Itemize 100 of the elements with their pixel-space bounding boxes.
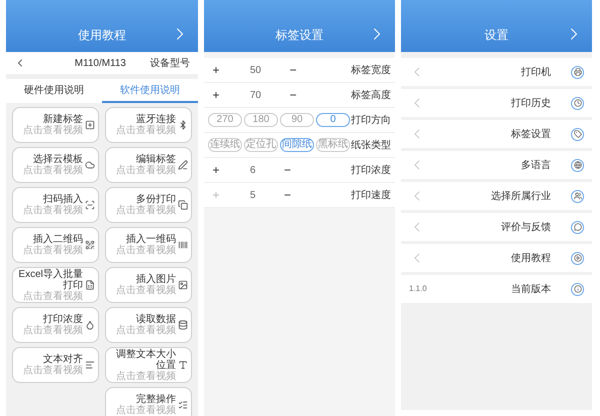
decrement-button[interactable]: − — [285, 86, 302, 104]
settings-item[interactable]: 多语言 — [401, 151, 592, 179]
settings-icon — [571, 96, 584, 110]
decrement-button[interactable]: − — [285, 61, 302, 79]
device-model-label: 设备型号 — [150, 56, 190, 70]
stepper-value: 6 — [250, 164, 256, 178]
video-topic-icon — [85, 120, 95, 130]
card-subtitle: 点击查看视频 — [116, 405, 176, 416]
settings-label: 评价与反馈 — [501, 220, 551, 234]
video-topic-icon — [178, 360, 188, 370]
card-title: 打印浓度 — [43, 314, 83, 325]
screen-title: 标签设置 — [276, 27, 324, 44]
settings-icon — [571, 128, 584, 140]
tutorial-card[interactable]: 文本对齐 点击查看视频 — [12, 347, 99, 383]
tutorial-card[interactable]: 多份打印 点击查看视频 — [105, 187, 192, 223]
card-subtitle: 点击查看视频 — [116, 325, 176, 336]
video-topic-icon — [85, 280, 95, 290]
card-title: 调整文本大小位置 — [115, 348, 176, 370]
setting-label: 打印方向 — [351, 114, 391, 128]
card-title: 编辑标签 — [136, 154, 176, 165]
tutorial-card[interactable]: 读取数据 点击查看视频 — [105, 307, 192, 343]
card-subtitle: 点击查看视频 — [23, 290, 83, 302]
tutorial-card[interactable]: 蓝牙连接 点击查看视频 — [105, 107, 192, 143]
stepper-value: 70 — [250, 88, 262, 102]
video-topic-icon — [85, 320, 95, 330]
tutorial-card[interactable]: 插入二维码 点击查看视频 — [12, 227, 99, 263]
tutorial-card[interactable]: 打印浓度 点击查看视频 — [12, 307, 99, 343]
card-title: 多份打印 — [136, 194, 176, 205]
settings-label: 打印历史 — [511, 96, 551, 110]
video-topic-icon — [85, 160, 95, 170]
card-title: 完整操作 — [136, 394, 176, 405]
settings-label: 多语言 — [521, 158, 551, 172]
card-subtitle: 点击查看视频 — [23, 245, 83, 256]
video-topic-icon — [178, 400, 188, 410]
tutorial-card[interactable]: 插入图片 点击查看视频 — [105, 267, 192, 303]
setting-label: 标签宽度 — [351, 64, 391, 78]
card-subtitle: 点击查看视频 — [116, 370, 176, 382]
settings-icon — [571, 158, 584, 172]
stepper-value: 5 — [250, 188, 256, 202]
device-model-value: M110/M113 — [74, 56, 126, 70]
decrement-button[interactable]: − — [280, 161, 296, 179]
card-title: 插入二维码 — [33, 234, 83, 245]
settings-item[interactable]: 打印机 — [401, 58, 592, 86]
card-subtitle: 点击查看视频 — [23, 365, 83, 376]
video-topic-icon — [178, 320, 188, 330]
tutorial-card[interactable]: 编辑标签 点击查看视频 — [105, 147, 192, 183]
settings-item[interactable]: 1.1.0 当前版本 — [401, 275, 592, 303]
video-topic-icon — [178, 280, 188, 290]
settings-item[interactable]: 标签设置 — [401, 120, 592, 148]
screen-title: 使用教程 — [78, 27, 126, 44]
card-title: 选择云模板 — [33, 154, 83, 165]
video-topic-icon — [178, 160, 188, 170]
card-subtitle: 点击查看视频 — [116, 245, 176, 256]
tutorial-card[interactable]: 扫码插入 点击查看视频 — [12, 187, 99, 223]
tutorial-card[interactable]: 选择云模板 点击查看视频 — [12, 147, 99, 183]
card-subtitle: 点击查看视频 — [116, 165, 176, 176]
tutorial-card[interactable]: 插入一维码 点击查看视频 — [105, 227, 192, 263]
card-title: 读取数据 — [136, 314, 176, 325]
increment-button[interactable]: + — [208, 86, 224, 104]
decrement-button[interactable]: − — [280, 186, 296, 204]
increment-button[interactable]: + — [208, 161, 224, 179]
settings-label: 选择所属行业 — [491, 190, 551, 204]
tab[interactable]: 硬件使用说明 — [6, 79, 102, 103]
setting-label: 纸张类型 — [351, 138, 391, 152]
setting-label: 打印浓度 — [351, 164, 391, 178]
settings-item[interactable]: 打印历史 — [401, 89, 592, 117]
card-title: 扫码插入 — [43, 194, 83, 205]
card-title: 蓝牙连接 — [136, 114, 176, 125]
card-subtitle: 点击查看视频 — [23, 325, 83, 336]
card-subtitle: 点击查看视频 — [116, 205, 176, 216]
settings-icon — [571, 282, 584, 296]
settings-item[interactable]: 使用教程 — [401, 244, 592, 272]
video-topic-icon — [85, 240, 95, 250]
card-subtitle: 点击查看视频 — [116, 285, 176, 296]
card-subtitle: 点击查看视频 — [23, 125, 83, 136]
tutorial-card[interactable]: 新建标签 点击查看视频 — [12, 107, 99, 143]
card-subtitle: 点击查看视频 — [23, 165, 83, 176]
video-topic-icon — [85, 360, 95, 370]
version-value: 1.1.0 — [409, 283, 427, 295]
settings-icon — [571, 66, 584, 78]
increment-button[interactable]: + — [208, 61, 224, 79]
tutorial-card[interactable]: 完整操作 点击查看视频 — [105, 387, 192, 416]
tutorial-card[interactable]: Excel导入批量打印 点击查看视频 — [12, 267, 99, 303]
card-subtitle: 点击查看视频 — [23, 205, 83, 216]
card-title: 文本对齐 — [43, 354, 83, 365]
video-topic-icon — [178, 120, 188, 130]
settings-label: 标签设置 — [511, 128, 551, 142]
option-pill[interactable]: 间隙纸 — [280, 138, 314, 152]
settings-item[interactable]: 评价与反馈 — [401, 213, 592, 241]
settings-icon — [571, 220, 584, 234]
screen-title: 设置 — [484, 27, 508, 44]
settings-label: 打印机 — [521, 66, 551, 80]
tutorial-card[interactable]: 调整文本大小位置 点击查看视频 — [105, 347, 192, 383]
card-title: 插入一维码 — [126, 234, 176, 245]
setting-label: 打印速度 — [351, 188, 391, 202]
setting-label: 标签高度 — [351, 88, 391, 102]
settings-item[interactable]: 选择所属行业 — [401, 182, 592, 210]
option-pill[interactable]: 0 — [316, 113, 350, 127]
settings-label: 使用教程 — [511, 252, 551, 266]
card-title: 插入图片 — [136, 274, 176, 285]
